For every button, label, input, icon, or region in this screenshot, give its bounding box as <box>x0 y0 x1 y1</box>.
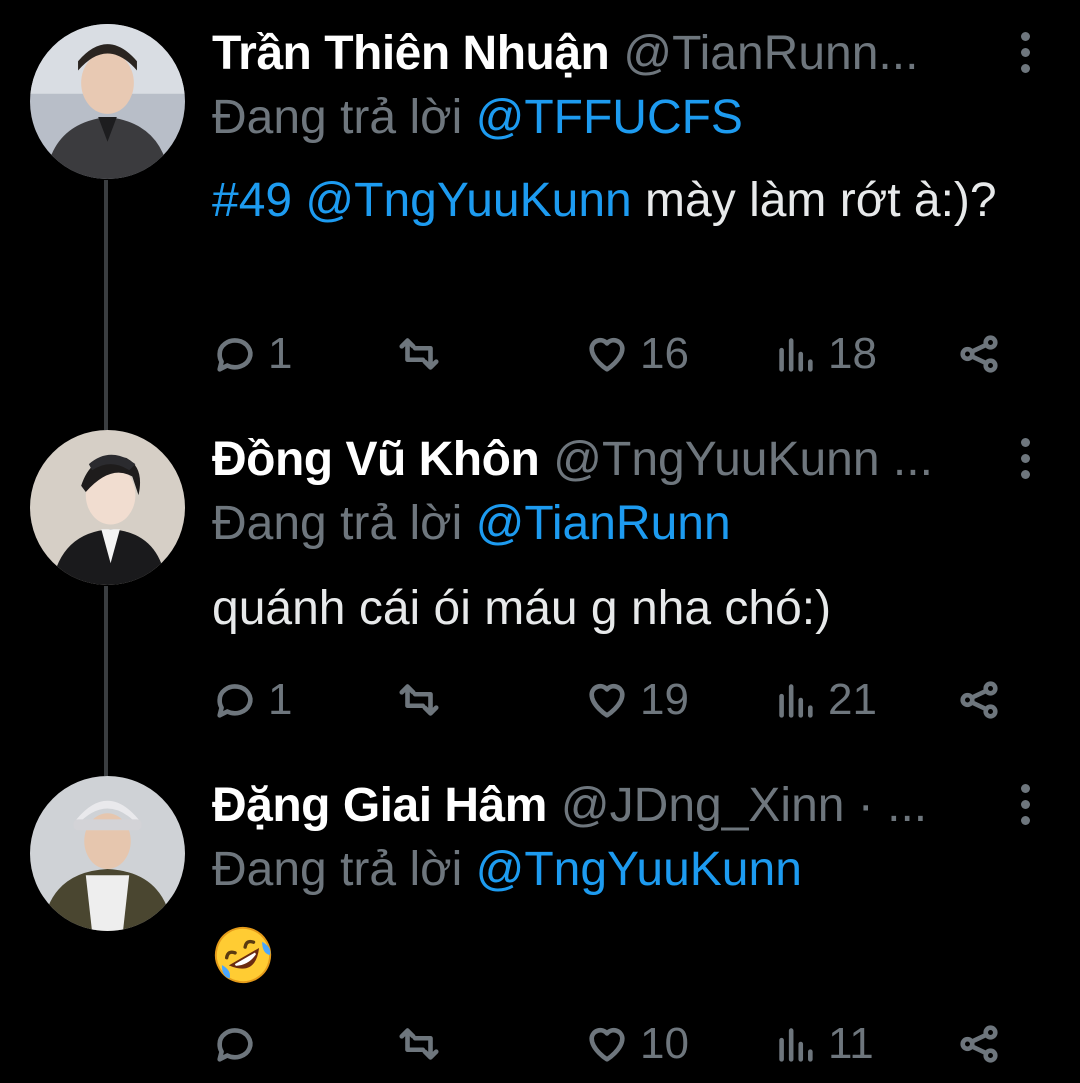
like-button[interactable]: 19 <box>584 670 689 730</box>
reply-button[interactable] <box>212 1014 268 1074</box>
views-icon <box>779 338 813 372</box>
tweet-header: Đồng Vũ Khôn @TngYuuKunn ... <box>212 430 990 490</box>
reply-prefix: Đang trả lời <box>212 497 463 550</box>
replying-to: Đang trả lời @TianRunn <box>212 494 731 554</box>
views-button[interactable]: 21 <box>772 670 877 730</box>
reply-mention[interactable]: @TngYuuKunn <box>476 843 802 896</box>
views-button[interactable]: 18 <box>772 324 877 384</box>
view-count: 11 <box>828 1019 874 1068</box>
avatar[interactable] <box>30 24 185 179</box>
like-count: 10 <box>640 1019 689 1068</box>
profile-photo-icon <box>30 430 185 585</box>
share-button[interactable] <box>956 324 1002 384</box>
tweet-header: Đặng Giai Hâm @JDng_Xinn · ... <box>212 776 990 836</box>
more-options-icon[interactable] <box>1018 438 1032 484</box>
more-options-icon[interactable] <box>1018 784 1032 830</box>
tweet[interactable]: Đặng Giai Hâm @JDng_Xinn · ... Đang trả l… <box>0 776 1080 1076</box>
display-name[interactable]: Đặng Giai Hâm <box>212 779 547 832</box>
reply-mention[interactable]: @TFFUCFS <box>476 91 743 144</box>
replying-to: Đang trả lời @TngYuuKunn <box>212 840 802 900</box>
user-handle[interactable]: @JDng_Xinn · ... <box>561 779 927 832</box>
view-count: 18 <box>828 329 877 378</box>
like-button[interactable]: 16 <box>584 324 689 384</box>
reply-prefix: Đang trả lời <box>212 843 463 896</box>
views-icon <box>779 1028 813 1062</box>
retweet-icon <box>399 338 439 370</box>
retweet-button[interactable] <box>396 324 452 384</box>
views-button[interactable]: 11 <box>772 1014 874 1074</box>
heart-icon <box>589 337 625 372</box>
reply-count: 1 <box>268 329 293 378</box>
share-icon <box>960 1025 998 1063</box>
action-bar: 10 11 <box>212 1014 1080 1074</box>
share-icon <box>960 681 998 719</box>
retweet-button[interactable] <box>396 1014 452 1074</box>
action-bar: 1 16 18 <box>212 324 1080 384</box>
rolling-on-floor-laughing-emoji-icon <box>214 926 272 984</box>
share-button[interactable] <box>956 670 1002 730</box>
tweet-body: mày làm rớt à:)? <box>631 174 997 227</box>
tweet-header: Trần Thiên Nhuận @TianRunn... <box>212 24 990 84</box>
display-name[interactable]: Đồng Vũ Khôn <box>212 433 540 486</box>
avatar[interactable] <box>30 776 185 931</box>
profile-photo-icon <box>30 776 185 931</box>
comment-icon <box>217 1028 253 1062</box>
tweet[interactable]: Đồng Vũ Khôn @TngYuuKunn ... Đang trả lời… <box>0 430 1080 760</box>
comment-icon <box>217 684 253 718</box>
user-handle[interactable]: @TngYuuKunn ... <box>553 433 933 486</box>
tweet-link[interactable]: #49 @TngYuuKunn <box>212 174 632 227</box>
tweet[interactable]: Trần Thiên Nhuận @TianRunn... Đang trả lờ… <box>0 24 1080 384</box>
reply-button[interactable]: 1 <box>212 670 292 730</box>
avatar[interactable] <box>30 430 185 585</box>
more-options-icon[interactable] <box>1018 32 1032 78</box>
action-bar: 1 19 21 <box>212 670 1080 730</box>
tweet-body: quánh cái ói máu g nha chó:) <box>212 582 832 635</box>
view-count: 21 <box>828 675 877 724</box>
share-button[interactable] <box>956 1014 1002 1074</box>
replying-to: Đang trả lời @TFFUCFS <box>212 88 743 148</box>
retweet-button[interactable] <box>396 670 452 730</box>
reply-mention[interactable]: @TianRunn <box>476 497 731 550</box>
user-handle[interactable]: @TianRunn... <box>623 27 918 80</box>
share-icon <box>960 335 998 373</box>
profile-photo-icon <box>30 24 185 179</box>
reply-count: 1 <box>268 675 293 724</box>
retweet-icon <box>399 684 439 716</box>
retweet-icon <box>399 1028 439 1060</box>
reply-button[interactable]: 1 <box>212 324 292 384</box>
tweet-text: #49 @TngYuuKunn mày làm rớt à:)? <box>212 172 1012 230</box>
like-count: 19 <box>640 675 689 724</box>
comment-icon <box>217 338 253 372</box>
like-count: 16 <box>640 329 689 378</box>
heart-icon <box>589 1027 625 1062</box>
like-button[interactable]: 10 <box>584 1014 689 1074</box>
display-name[interactable]: Trần Thiên Nhuận <box>212 27 610 80</box>
heart-icon <box>589 683 625 718</box>
tweet-text: quánh cái ói máu g nha chó:) <box>212 580 1012 638</box>
views-icon <box>779 684 813 718</box>
reply-prefix: Đang trả lời <box>212 91 463 144</box>
